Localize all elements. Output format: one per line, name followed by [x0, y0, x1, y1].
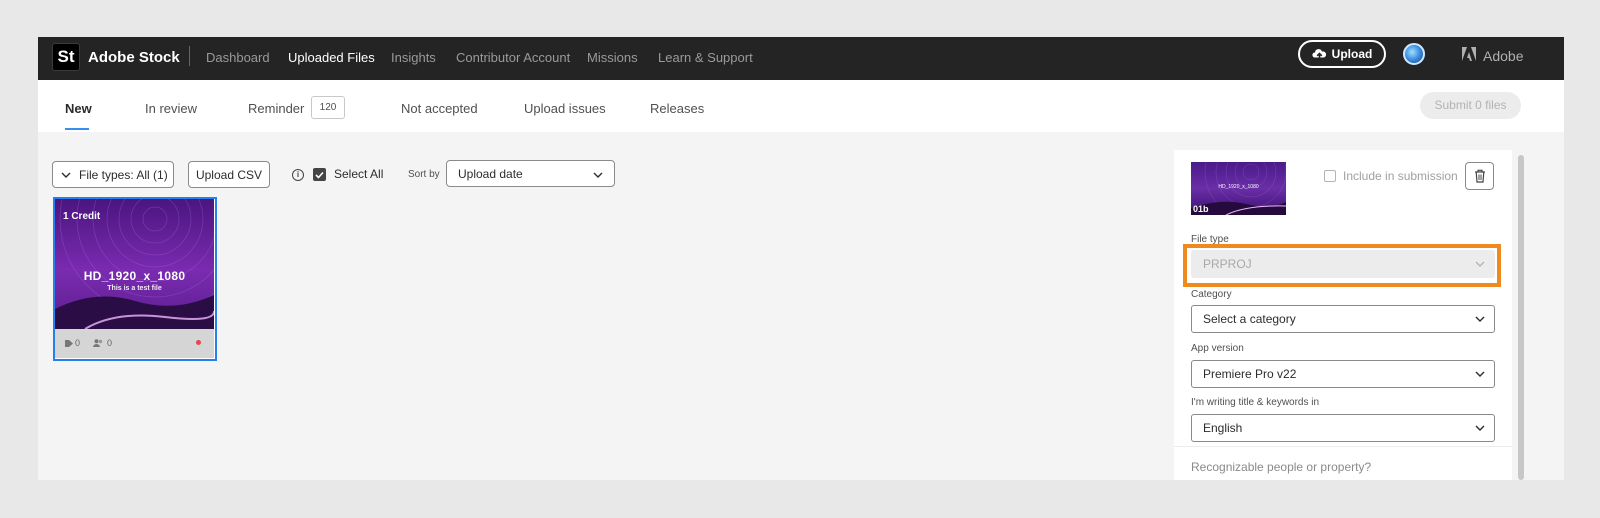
brand-divider — [189, 46, 190, 66]
submit-files-button[interactable]: Submit 0 files — [1420, 92, 1521, 119]
keywords-count: 0 — [75, 338, 81, 348]
file-type-highlight-box — [1183, 244, 1501, 287]
nav-learn-support[interactable]: Learn & Support — [658, 50, 753, 65]
chevron-down-icon — [61, 172, 71, 178]
active-tab-indicator — [65, 128, 89, 130]
app-version-value: Premiere Pro v22 — [1203, 367, 1297, 381]
language-value: English — [1203, 421, 1243, 435]
file-title: HD_1920_x_1080 — [83, 269, 186, 283]
select-all-label[interactable]: Select All — [334, 167, 383, 181]
adobe-stock-logo[interactable]: St — [52, 43, 80, 71]
adobe-logo-icon — [1462, 47, 1476, 61]
sort-by-label: Sort by — [408, 169, 440, 180]
card-footer: 0 0 — [55, 329, 214, 358]
status-tabs-bar: New In review Reminder 120 Not accepted … — [38, 80, 1564, 132]
select-all-checkbox[interactable] — [313, 168, 326, 181]
category-select[interactable]: Select a category — [1191, 305, 1495, 333]
chevron-down-icon — [1475, 371, 1485, 377]
people-count: 0 — [107, 338, 113, 348]
trash-icon — [1474, 169, 1485, 183]
status-dot — [196, 340, 201, 345]
file-thumbnail-card[interactable]: 1 Credit HD_1920_x_1080 This is a test f… — [53, 197, 217, 361]
credit-label: 1 Credit — [63, 211, 101, 222]
sort-select[interactable]: Upload date — [446, 160, 615, 187]
file-types-filter-button[interactable]: File types: All (1) — [52, 161, 174, 188]
file-subtitle: This is a test file — [107, 285, 162, 292]
include-in-submission-checkbox[interactable] — [1324, 170, 1336, 182]
upload-button[interactable]: Upload — [1298, 40, 1386, 68]
category-label: Category — [1191, 289, 1232, 300]
app-version-select[interactable]: Premiere Pro v22 — [1191, 360, 1495, 388]
sort-select-value: Upload date — [458, 166, 523, 181]
nav-dashboard[interactable]: Dashboard — [206, 50, 270, 65]
cloud-upload-icon — [1312, 49, 1326, 60]
tab-not-accepted[interactable]: Not accepted — [401, 101, 478, 116]
top-nav-bar: St Adobe Stock Dashboard Uploaded Files … — [38, 37, 1564, 80]
info-icon[interactable]: i — [292, 169, 304, 181]
delete-button[interactable] — [1465, 162, 1494, 190]
recognizable-people-label: Recognizable people or property? — [1191, 460, 1372, 474]
tab-new[interactable]: New — [65, 101, 92, 116]
user-avatar[interactable] — [1403, 43, 1425, 65]
app-window: St Adobe Stock Dashboard Uploaded Files … — [38, 37, 1564, 480]
panel-divider — [1174, 446, 1512, 447]
tab-reminder[interactable]: Reminder — [248, 101, 304, 116]
nav-uploaded-files[interactable]: Uploaded Files — [288, 50, 375, 65]
nav-insights[interactable]: Insights — [391, 50, 436, 65]
file-types-label: File types: All (1) — [79, 167, 168, 182]
thumbnail-text: HD_1920_x_1080 — [1218, 184, 1259, 190]
selected-file-thumbnail: HD_1920_x_1080 01b — [1191, 162, 1286, 215]
people-icon — [93, 339, 103, 347]
upload-csv-button[interactable]: Upload CSV — [188, 161, 270, 188]
chevron-down-icon — [593, 172, 603, 178]
thumbnail-label: 01b — [1193, 204, 1209, 214]
chevron-down-icon — [1475, 316, 1485, 322]
brand-name[interactable]: Adobe Stock — [88, 49, 180, 66]
checkmark-icon — [315, 171, 324, 179]
tab-in-review[interactable]: In review — [145, 101, 197, 116]
language-label: I'm writing title & keywords in — [1191, 397, 1320, 408]
adobe-label[interactable]: Adobe — [1483, 48, 1523, 64]
tab-releases[interactable]: Releases — [650, 101, 704, 116]
language-select[interactable]: English — [1191, 414, 1495, 442]
upload-button-label: Upload — [1331, 47, 1373, 61]
file-details-panel: HD_1920_x_1080 01b Include in submission… — [1174, 150, 1512, 480]
tab-upload-issues[interactable]: Upload issues — [524, 101, 606, 116]
chevron-down-icon — [1475, 425, 1485, 431]
panel-scrollbar[interactable] — [1518, 155, 1524, 480]
tag-icon — [65, 340, 73, 347]
category-value: Select a category — [1203, 312, 1296, 326]
nav-contributor-account[interactable]: Contributor Account — [456, 50, 570, 65]
nav-missions[interactable]: Missions — [587, 50, 638, 65]
reminder-count-badge: 120 — [311, 96, 345, 119]
app-version-label: App version — [1191, 343, 1244, 354]
include-in-submission-label[interactable]: Include in submission — [1343, 169, 1458, 183]
